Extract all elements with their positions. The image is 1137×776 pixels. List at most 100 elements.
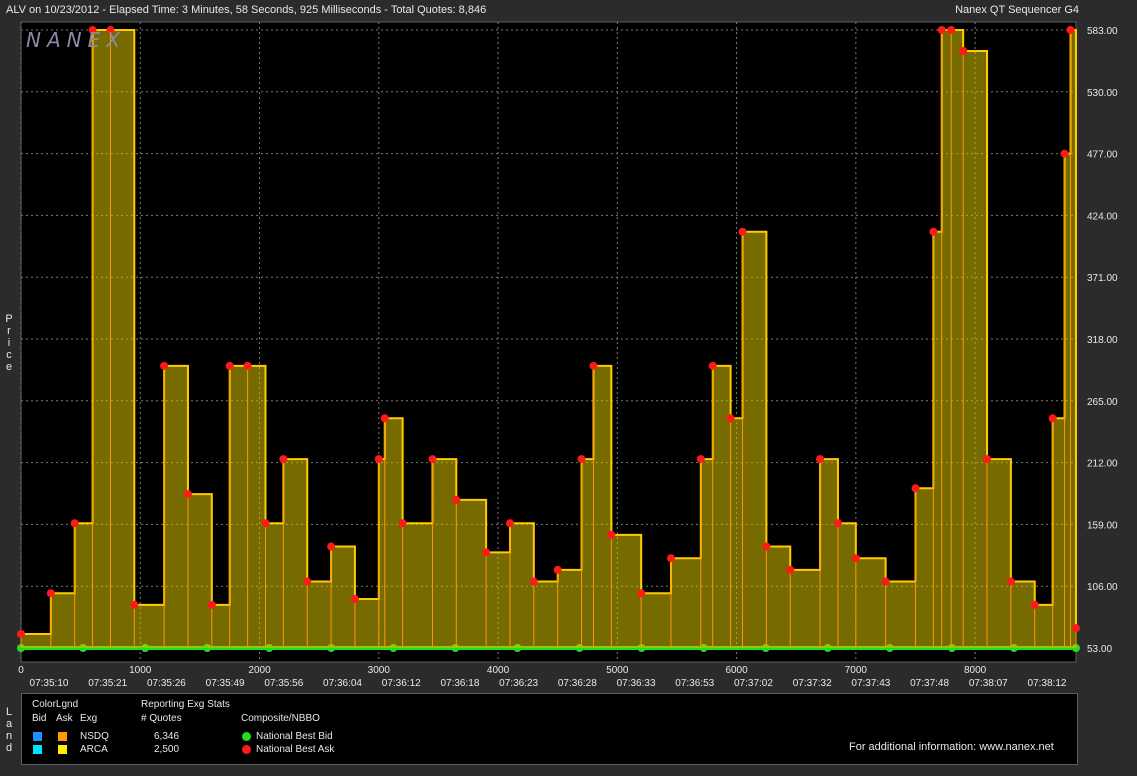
- price-axis-label: Price: [5, 313, 13, 373]
- ask-point: [851, 554, 860, 563]
- ask-point: [380, 414, 389, 423]
- ask-point: [607, 530, 616, 539]
- time-tick-label: 07:36:53: [675, 678, 714, 689]
- exchange-name-nsdq: NSDQ: [80, 731, 109, 742]
- land-label: Land: [5, 706, 13, 754]
- ask-point: [929, 227, 938, 236]
- ask-point: [243, 361, 252, 370]
- ask-point: [1060, 149, 1069, 158]
- x-tick-label: 2000: [248, 665, 271, 676]
- time-tick-label: 07:38:12: [1028, 678, 1067, 689]
- legend-panel: ColorLgnd Bid Ask Exg Reporting Exg Stat…: [21, 693, 1078, 765]
- ask-point: [183, 490, 192, 499]
- x-tick-label: 6000: [725, 665, 748, 676]
- footer-link[interactable]: For additional information: www.nanex.ne…: [849, 741, 1054, 753]
- ask-point: [1048, 414, 1057, 423]
- time-tick-label: 07:37:02: [734, 678, 773, 689]
- time-tick-label: 07:36:04: [323, 678, 362, 689]
- ask-point: [46, 589, 55, 598]
- ask-point: [666, 554, 675, 563]
- ask-point: [207, 600, 216, 609]
- time-tick-label: 07:37:32: [793, 678, 832, 689]
- nbbo-bid-dot: [242, 732, 251, 741]
- ask-point: [279, 455, 288, 464]
- y-tick-label: 265.00: [1087, 397, 1118, 408]
- legend-quotes-header: # Quotes: [141, 713, 182, 724]
- x-tick-label: 3000: [368, 665, 391, 676]
- ask-point: [428, 455, 437, 464]
- y-tick-label: 212.00: [1087, 459, 1118, 470]
- ask-point: [17, 630, 25, 639]
- ask-point: [911, 484, 920, 493]
- ask-point: [225, 361, 234, 370]
- x-tick-label: 1000: [129, 665, 152, 676]
- ask-point: [696, 455, 705, 464]
- arca-ask-swatch: [58, 745, 67, 754]
- time-tick-label: 07:36:23: [499, 678, 538, 689]
- time-tick-label: 07:35:49: [206, 678, 245, 689]
- ask-point: [762, 542, 771, 551]
- legend-colorlgnd: ColorLgnd: [32, 699, 79, 710]
- y-tick-label: 318.00: [1087, 335, 1118, 346]
- ask-point: [1006, 577, 1015, 586]
- legend-reporting: Reporting Exg Stats: [141, 699, 230, 710]
- nbbo-ask-label: National Best Ask: [256, 744, 335, 755]
- ask-point: [577, 455, 586, 464]
- time-tick-label: 07:35:56: [264, 678, 303, 689]
- ask-point: [452, 495, 461, 504]
- ask-point: [261, 519, 270, 528]
- ask-point: [70, 519, 79, 528]
- nsdq-ask-swatch: [58, 732, 67, 741]
- time-tick-label: 07:35:21: [88, 678, 127, 689]
- arca-bid-swatch: [33, 745, 42, 754]
- x-tick-label: 5000: [606, 665, 629, 676]
- nbbo-bid-label: National Best Bid: [256, 731, 333, 742]
- time-tick-label: 07:36:28: [558, 678, 597, 689]
- ask-point: [1072, 624, 1080, 633]
- y-tick-label: 159.00: [1087, 520, 1118, 531]
- ask-point: [350, 595, 359, 604]
- ask-point: [553, 565, 562, 574]
- y-axis: 53.00 106.00 159.00 212.00 265.00 318.00 371.0…: [1087, 26, 1118, 655]
- legend-exg-header: Exg: [80, 713, 98, 724]
- ask-point: [482, 548, 491, 557]
- nbbo-ask-dot: [242, 745, 251, 754]
- ask-point: [160, 361, 169, 370]
- ask-point: [708, 361, 717, 370]
- exchange-quotes-arca: 2,500: [154, 744, 180, 755]
- y-tick-label: 583.00: [1087, 26, 1118, 37]
- ask-point: [1066, 26, 1075, 34]
- time-tick-label: 07:38:07: [969, 678, 1008, 689]
- time-tick-label: 07:36:33: [617, 678, 656, 689]
- x-tick-label: 4000: [487, 665, 510, 676]
- price-chart: 53.00 106.00 159.00 212.00 265.00 318.00 371.0…: [17, 21, 1118, 689]
- time-tick-label: 07:36:12: [382, 678, 421, 689]
- y-tick-label: 371.00: [1087, 273, 1118, 284]
- ask-point: [1030, 600, 1039, 609]
- nanex-watermark: NANEX: [26, 28, 126, 52]
- ask-point: [726, 414, 735, 423]
- ask-point: [959, 46, 968, 55]
- ask-point: [937, 26, 946, 34]
- legend-ask-header: Ask: [56, 713, 73, 724]
- y-tick-label: 424.00: [1087, 211, 1118, 222]
- ask-point: [303, 577, 312, 586]
- ask-point: [833, 519, 842, 528]
- ask-point: [374, 455, 383, 464]
- legend-composite: Composite/NBBO: [241, 713, 320, 724]
- x-tick-label: 0: [18, 665, 24, 676]
- time-tick-label: 07:37:48: [910, 678, 949, 689]
- y-tick-label: 530.00: [1087, 88, 1118, 99]
- ask-point: [327, 542, 336, 551]
- ask-point: [529, 577, 538, 586]
- time-tick-label: 07:37:43: [851, 678, 890, 689]
- time-tick-label: 07:36:18: [440, 678, 479, 689]
- exchange-quotes-nsdq: 6,346: [154, 731, 180, 742]
- time-tick-label: 07:35:26: [147, 678, 186, 689]
- ask-point: [738, 227, 747, 236]
- y-tick-label: 53.00: [1087, 644, 1112, 655]
- ask-point: [589, 361, 598, 370]
- time-tick-label: 07:35:10: [30, 678, 69, 689]
- ask-point: [786, 565, 795, 574]
- ask-point: [505, 519, 514, 528]
